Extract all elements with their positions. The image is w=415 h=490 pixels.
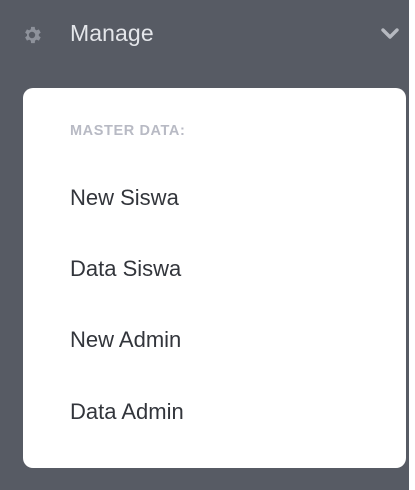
manage-dropdown-menu: MASTER DATA: New Siswa Data Siswa New Ad… <box>23 88 406 468</box>
manage-menu-toggle[interactable]: Manage <box>0 0 409 64</box>
menu-item-data-admin[interactable]: Data Admin <box>70 398 184 426</box>
sidebar-panel: Manage MASTER DATA: New Siswa Data Siswa… <box>0 0 415 490</box>
manage-label: Manage <box>70 20 154 46</box>
chevron-down-icon <box>381 28 399 39</box>
menu-item-new-admin[interactable]: New Admin <box>70 326 181 354</box>
gear-icon <box>25 26 41 44</box>
menu-item-new-siswa[interactable]: New Siswa <box>70 184 179 212</box>
menu-item-data-siswa[interactable]: Data Siswa <box>70 255 181 283</box>
section-header-master-data: MASTER DATA: <box>70 123 186 139</box>
